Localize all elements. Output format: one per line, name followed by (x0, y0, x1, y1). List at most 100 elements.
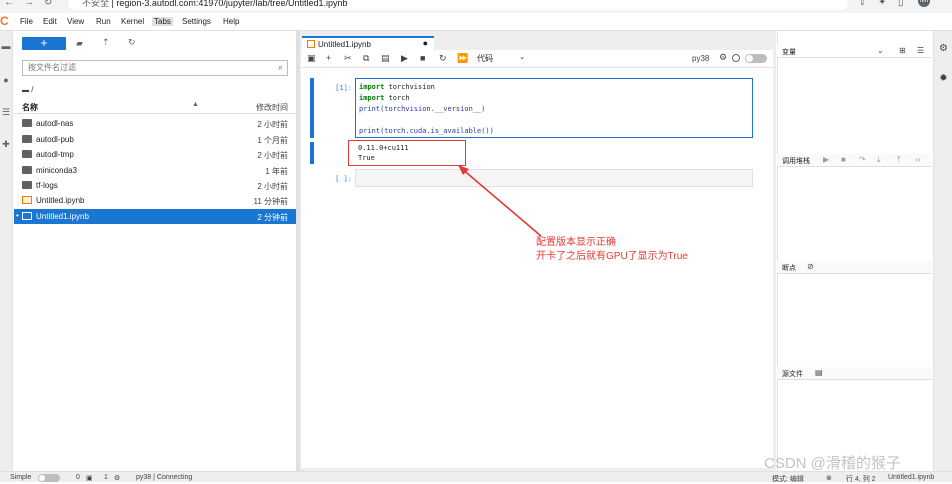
cell-prompt: [ ]: (335, 175, 352, 183)
browser-toolbar: ← → ↻ 不安全 | region-3.autodl.com:41970/ju… (0, 0, 952, 13)
unsaved-dot-icon[interactable]: ● (423, 38, 428, 48)
annotation-line: 配置版本显示正确 (536, 237, 616, 248)
forward-icon[interactable]: → (24, 0, 34, 8)
breadcrumb[interactable]: ▬ / (22, 85, 33, 94)
notebook-toolbar: ▣ + ✂ ⧉ ▤ ▶ ■ ↻ ⏩ 代码 ⌄ py38 ⚙ (301, 50, 773, 68)
reload-icon[interactable]: ↻ (44, 0, 52, 8)
variables-header[interactable]: 变量 ⌄ ⊞ ☰ (777, 45, 932, 58)
cursor-position[interactable]: 行 4, 列 2 (846, 474, 876, 484)
file-row[interactable]: autodl-pub 1 个月前 (14, 132, 296, 147)
sort-ascending-icon[interactable]: ▲ (192, 101, 199, 108)
file-modified: 2 小时前 (257, 120, 288, 129)
debugger-toggle[interactable] (745, 54, 767, 63)
toc-icon[interactable]: ☰ (0, 107, 12, 118)
property-inspector-icon[interactable]: ⚙ (934, 43, 952, 54)
remove-breakpoints-icon[interactable]: ⊘ (807, 262, 814, 271)
file-row[interactable]: Untitled.ipynb 11 分钟前 (14, 193, 296, 208)
annotation-arrow-icon (458, 165, 542, 237)
open-source-icon[interactable]: ▤ (815, 368, 823, 377)
breakpoints-header[interactable]: 断点 ⊘ (777, 261, 932, 274)
file-name: tf-logs (36, 181, 58, 190)
code-editor[interactable]: import torchvision import torch print(to… (355, 78, 753, 138)
table-view-icon[interactable]: ☰ (917, 46, 924, 55)
code-editor-empty[interactable] (355, 169, 753, 187)
file-row-selected[interactable]: • Untitled1.ipynb 2 分钟前 (14, 209, 296, 224)
stop-icon[interactable]: ■ (420, 53, 425, 63)
file-row[interactable]: autodl-nas 2 小时前 (14, 116, 296, 131)
file-row[interactable]: tf-logs 2 小时前 (14, 178, 296, 193)
terminal-count[interactable]: 0 (76, 474, 80, 481)
step-in-icon[interactable]: ⤓ (877, 155, 881, 165)
save-icon[interactable]: ▣ (307, 53, 316, 64)
add-cell-icon[interactable]: + (326, 53, 331, 63)
statusbar: Simple 0 ▣ 1 ⚙ py38 | Connecting 模式: 编辑 … (0, 471, 952, 484)
evaluate-icon[interactable]: ‹› (915, 155, 920, 164)
menu-help[interactable]: Help (221, 17, 241, 26)
folder-icon (22, 181, 32, 189)
running-icon[interactable]: ● (0, 75, 12, 85)
home-folder-icon[interactable]: ▬ (22, 87, 29, 94)
cell-collapser[interactable] (310, 78, 314, 138)
folder-icon[interactable]: ▬ (0, 41, 12, 51)
menu-file[interactable]: File (18, 17, 35, 26)
fast-forward-icon[interactable]: ⏩ (457, 53, 468, 64)
back-icon[interactable]: ← (4, 0, 14, 8)
file-modified: 1 个月前 (257, 136, 288, 145)
code-line: import torchvision (359, 83, 435, 91)
continue-icon[interactable]: ▶ (823, 155, 829, 164)
tab-notebook[interactable]: Untitled1.ipynb ● (302, 36, 434, 50)
address-bar[interactable]: 不安全 | region-3.autodl.com:41970/jupyter/… (68, 0, 848, 10)
refresh-icon[interactable]: ↻ (128, 37, 136, 48)
kernel-count[interactable]: 1 (104, 474, 108, 481)
file-modified: 2 小时前 (257, 182, 288, 191)
simple-mode-toggle[interactable] (38, 474, 60, 482)
terminate-icon[interactable]: ■ (841, 155, 846, 164)
chevron-down-icon[interactable]: ⌄ (877, 46, 884, 55)
run-icon[interactable]: ▶ (401, 53, 408, 64)
kernel-status-text[interactable]: py38 | Connecting (136, 474, 192, 481)
menu-settings[interactable]: Settings (180, 17, 213, 26)
restart-icon[interactable]: ↻ (439, 53, 447, 64)
tree-view-icon[interactable]: ⊞ (899, 46, 906, 55)
step-out-icon[interactable]: ⤒ (897, 155, 901, 165)
status-filename: Untitled1.ipynb (888, 474, 935, 481)
gear-icon[interactable]: ⚙ (719, 52, 727, 63)
cell-type-select[interactable]: 代码 ⌄ (477, 53, 525, 65)
debugger-bug-icon[interactable]: ✹ (934, 73, 952, 84)
profile-avatar[interactable]: nm (918, 0, 930, 7)
file-filter-input[interactable] (28, 63, 268, 72)
menu-tabs[interactable]: Tabs (152, 17, 173, 26)
extensions-icon[interactable]: ✦ (878, 0, 886, 8)
file-filter-box[interactable]: ⌕ (22, 60, 288, 76)
kernel-name[interactable]: py38 (692, 54, 709, 63)
source-header[interactable]: 源文件 ▤ (777, 367, 932, 380)
cut-icon[interactable]: ✂ (344, 53, 352, 64)
sidebar-icon[interactable]: ▯ (898, 0, 904, 8)
new-launcher-button[interactable]: + (22, 37, 66, 50)
file-row[interactable]: autodl-tmp 2 小时前 (14, 147, 296, 162)
file-row[interactable]: miniconda3 1 年前 (14, 163, 296, 178)
step-over-icon[interactable]: ↷ (859, 155, 866, 164)
column-name[interactable]: 名称 (22, 102, 38, 113)
new-folder-icon[interactable]: ▰ (76, 38, 83, 49)
paste-icon[interactable]: ▤ (381, 53, 390, 64)
breadcrumb-root[interactable]: / (31, 85, 33, 94)
extension-icon[interactable]: ✚ (0, 139, 12, 150)
copy-icon[interactable]: ⧉ (363, 53, 369, 64)
file-name: miniconda3 (36, 166, 77, 175)
chevron-down-icon: ⌄ (519, 54, 525, 61)
breakpoints-title: 断点 (782, 265, 796, 272)
bug-status-icon[interactable]: ⊗ (826, 474, 832, 482)
menu-edit[interactable]: Edit (41, 17, 59, 26)
share-icon[interactable]: ⇪ (858, 0, 866, 8)
menu-view[interactable]: View (65, 17, 86, 26)
menu-run[interactable]: Run (94, 17, 113, 26)
annotation-line: 开卡了之后就有GPU了显示为True (536, 251, 688, 262)
column-modified[interactable]: 修改时间 (256, 102, 288, 113)
callstack-header[interactable]: 调用堆栈 ▶ ■ ↷ ⤓ ⤒ ‹› (777, 154, 932, 167)
menu-kernel[interactable]: Kernel (119, 17, 146, 26)
upload-icon[interactable]: ⇡ (102, 37, 110, 48)
output-collapser[interactable] (310, 142, 314, 164)
search-icon: ⌕ (277, 62, 283, 72)
